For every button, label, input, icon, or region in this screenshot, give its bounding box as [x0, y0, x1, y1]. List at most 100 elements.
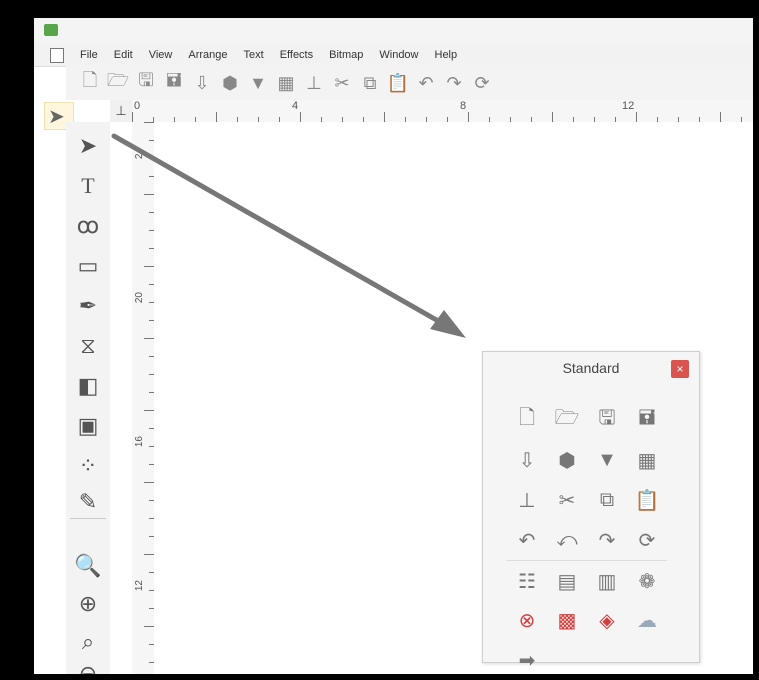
redo-all-icon[interactable]: ⟳ [627, 520, 667, 560]
export-icon[interactable]: ⬢ [218, 71, 242, 95]
ruler-origin[interactable]: ⊥ [110, 100, 132, 122]
ruler-tick [216, 112, 217, 122]
blend-tool-icon[interactable]: ⧖ [72, 330, 104, 362]
application-window: File Edit View Arrange Text Effects Bitm… [34, 18, 753, 674]
ruler-tick [384, 112, 385, 122]
pick-tool-icon[interactable]: ➤ [72, 130, 104, 162]
save-as-icon[interactable]: 🖬 [162, 70, 186, 95]
menu-window[interactable]: Window [371, 49, 426, 61]
menu-file[interactable]: File [72, 49, 106, 61]
standard-toolbar-panel[interactable]: Standard × 🗋 🗁 🖫 🖬 ⇩ ⬢ ▼ ▦ ⊥ ✂ ⧉ 📋 ↶ ⤺ ↷… [482, 351, 700, 672]
ruler-tick [132, 112, 133, 122]
ruler-label: 12 [134, 580, 145, 592]
new-document-icon[interactable]: 🗋 [507, 400, 547, 440]
menu-arrange[interactable]: Arrange [180, 49, 235, 61]
menu-edit[interactable]: Edit [106, 49, 141, 61]
ruler-label: 16 [134, 436, 145, 448]
undo-icon[interactable]: ↶ [507, 520, 547, 560]
ruler-tick [468, 112, 469, 122]
ruler-tick [144, 266, 154, 267]
text-tool-icon[interactable]: T [72, 170, 104, 202]
scan-icon[interactable]: ⊥ [302, 71, 326, 95]
ruler-label: 0 [134, 100, 141, 112]
menu-view[interactable]: View [141, 49, 181, 61]
title-bar [34, 18, 753, 44]
ruler-tick [636, 112, 637, 122]
copy-icon[interactable]: ⧉ [358, 71, 382, 95]
vertical-ruler: 24 20 16 12 [132, 122, 155, 674]
save-icon[interactable]: 🖫 [134, 70, 158, 95]
cut-icon[interactable]: ✂ [547, 480, 587, 520]
print-icon[interactable]: ▼ [246, 71, 270, 95]
import-icon[interactable]: ⇩ [190, 71, 214, 95]
print-icon[interactable]: ▼ [587, 440, 627, 480]
undo-icon[interactable]: ↶ [414, 71, 438, 95]
eyedropper-tool-icon[interactable]: ✎ [72, 486, 104, 518]
zoom-tool-icon[interactable]: 🔍 [72, 550, 104, 582]
fill-tool-icon[interactable]: ▣ [72, 410, 104, 442]
zoom-page-icon[interactable]: ⌕ [72, 626, 104, 658]
horizontal-ruler: 0 4 8 12 [132, 100, 753, 123]
menu-help[interactable]: Help [427, 49, 466, 61]
page-setup-icon[interactable]: ▦ [627, 440, 667, 480]
zoom-out-icon[interactable]: ⊖ [72, 658, 104, 674]
paste-icon[interactable]: 📋 [386, 71, 410, 95]
properties-icon[interactable]: ☷ [507, 560, 547, 601]
cut-icon[interactable]: ✂ [330, 71, 354, 95]
ruler-label: 8 [460, 100, 467, 112]
ruler-label: 4 [292, 100, 299, 112]
swatch-icon[interactable]: ▩ [547, 600, 587, 640]
zoom-in-icon[interactable]: ⊕ [72, 588, 104, 620]
ruler-tick [720, 112, 721, 122]
export-icon[interactable]: ⬢ [547, 440, 587, 480]
redo-icon[interactable]: ↷ [442, 71, 466, 95]
send-icon[interactable]: ➡ [507, 640, 547, 674]
menu-bitmap[interactable]: Bitmap [321, 49, 371, 61]
ruler-tick [144, 626, 154, 627]
page-setup-icon[interactable]: ▦ [274, 71, 298, 95]
zoom-icon[interactable]: ⊗ [507, 600, 547, 640]
lasso-tool-icon[interactable]: ꝏ [72, 210, 104, 242]
pen-tool-icon[interactable]: ✒ [72, 290, 104, 322]
bitmap-icon[interactable]: ▥ [587, 560, 627, 601]
new-document-icon[interactable]: 🗋 [78, 70, 102, 95]
copy-icon[interactable]: ⧉ [587, 480, 627, 520]
ruler-tick [552, 112, 553, 122]
shadow-tool-icon[interactable]: ◧ [72, 370, 104, 402]
ruler-label: 24 [134, 148, 145, 160]
save-icon[interactable]: 🖫 [587, 400, 627, 440]
ruler-label: 12 [622, 100, 635, 112]
object-manager-icon[interactable]: ▤ [547, 560, 587, 601]
ruler-label: 20 [134, 292, 145, 304]
menu-bar: File Edit View Arrange Text Effects Bitm… [34, 44, 753, 67]
paste-icon[interactable]: 📋 [627, 480, 667, 520]
redo-icon[interactable]: ↷ [587, 520, 627, 560]
color-picker-icon[interactable]: ◈ [587, 600, 627, 640]
menu-effects[interactable]: Effects [272, 49, 321, 61]
ruler-tick [144, 338, 154, 339]
rectangle-tool-icon[interactable]: ▭ [72, 250, 104, 282]
undo-all-icon[interactable]: ⤺ [547, 520, 587, 560]
save-as-icon[interactable]: 🖬 [627, 400, 667, 440]
toolbox: ➤ T ꝏ ▭ ✒ ⧖ ◧ ▣ ⁘ ✎ 🔍 ⊕ ⌕ ⊖ [66, 122, 110, 674]
panel-icon-grid: 🗋 🗁 🖫 🖬 ⇩ ⬢ ▼ ▦ ⊥ ✂ ⧉ 📋 ↶ ⤺ ↷ ⟳ ☷ ▤ ▥ ❁ [507, 400, 677, 674]
ruler-tick [144, 122, 154, 123]
scan-icon[interactable]: ⊥ [507, 480, 547, 520]
import-icon[interactable]: ⇩ [507, 440, 547, 480]
panel-title: Standard [562, 360, 620, 376]
redo-all-icon[interactable]: ⟳ [470, 71, 494, 95]
ruler-tick [144, 194, 154, 195]
panel-close-button[interactable]: × [671, 360, 689, 378]
color-palette-icon[interactable]: ❁ [627, 560, 667, 601]
ruler-tick [144, 410, 154, 411]
open-icon[interactable]: 🗁 [106, 70, 130, 95]
open-icon[interactable]: 🗁 [547, 400, 587, 440]
toolbox-divider [70, 518, 106, 519]
document-icon [50, 47, 64, 63]
menu-text[interactable]: Text [236, 49, 272, 61]
standard-toolbar: 🗋 🗁 🖫 🖬 ⇩ ⬢ ▼ ▦ ⊥ ✂ ⧉ 📋 ↶ ↷ ⟳ [66, 66, 753, 100]
app-logo-icon [44, 24, 58, 36]
cloud-icon[interactable]: ☁ [627, 600, 667, 640]
ruler-tick [144, 554, 154, 555]
node-tool-icon[interactable]: ⁘ [72, 450, 104, 482]
